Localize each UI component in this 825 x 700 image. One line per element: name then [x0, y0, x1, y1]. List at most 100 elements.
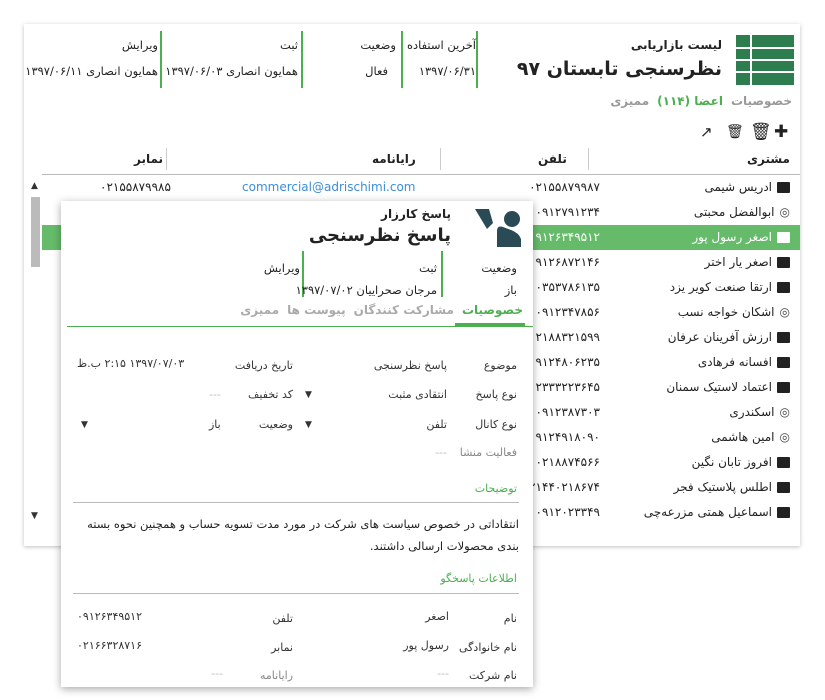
- popup-tab-audit[interactable]: ممیزی: [240, 303, 279, 317]
- marketing-list-icon: [736, 35, 794, 85]
- customer-cell[interactable]: ارتقا صنعت کویر یزد: [670, 280, 790, 294]
- response-type-value[interactable]: انتقادی مثبت: [388, 388, 447, 401]
- column-fax[interactable]: نمابر: [134, 152, 163, 166]
- popup-created-label: ثبت: [419, 261, 437, 275]
- fingerprint-icon: ◎: [779, 430, 790, 444]
- status-dropdown-icon[interactable]: ▼: [81, 420, 88, 430]
- customer-cell[interactable]: افسانه فرهادی: [698, 355, 790, 369]
- last-name-value[interactable]: رسول پور: [403, 639, 449, 652]
- created-value: همایون انصاری ۱۳۹۷/۰۶/۰۳: [165, 64, 298, 78]
- email-link[interactable]: commercial@adrischimi.com: [242, 180, 415, 194]
- customer-cell[interactable]: ◎ اشکان خواجه نسب: [678, 305, 790, 319]
- customer-cell[interactable]: اصغر رسول پور: [692, 230, 790, 244]
- fingerprint-icon: ◎: [779, 405, 790, 419]
- customer-name: ابوالفضل محبتی: [693, 205, 775, 219]
- form-status-value[interactable]: باز: [209, 418, 221, 431]
- popup-tab-properties[interactable]: خصوصیات: [462, 303, 523, 317]
- customer-cell[interactable]: اصغر یار اختر: [705, 255, 790, 269]
- scrollbar[interactable]: ▲ ▼: [30, 181, 42, 521]
- discount-code-value[interactable]: ---: [209, 388, 221, 401]
- responder-divider: [73, 593, 519, 594]
- responder-section-title: اطلاعات پاسخگو: [440, 572, 517, 585]
- customer-name: اسماعیل همتی مزرعه‌چی: [643, 505, 772, 519]
- customer-cell[interactable]: ادریس شیمی: [704, 180, 790, 194]
- channel-dropdown-icon[interactable]: ▼: [305, 420, 312, 430]
- received-label: تاریخ دریافت: [234, 359, 293, 372]
- customer-name: اعتماد لاستیک سمنان: [666, 380, 772, 394]
- customer-cell[interactable]: اعتماد لاستیک سمنان: [666, 380, 790, 394]
- column-phone[interactable]: تلفن: [538, 152, 567, 166]
- popup-entity-type: پاسخ کارزار: [381, 207, 451, 221]
- campaign-response-icon: [475, 209, 521, 247]
- scrollbar-thumb[interactable]: [31, 197, 40, 267]
- modified-value: همایون انصاری ۱۳۹۷/۰۶/۱۱: [25, 64, 158, 78]
- customer-name: ارتقا صنعت کویر یزد: [669, 280, 772, 294]
- description-text[interactable]: انتقاداتی در خصوص سیاست های شرکت در مورد…: [73, 513, 519, 557]
- modified-label: ویرایش: [121, 38, 158, 52]
- popup-status-value: باز: [504, 283, 517, 297]
- popup-tab-attachments[interactable]: پیوست ها: [287, 303, 345, 317]
- customer-name: اصغر رسول پور: [692, 230, 772, 244]
- customer-name: اشکان خواجه نسب: [677, 305, 775, 319]
- tab-bar: خصوصیات اعضا (۱۱۴) ممیزی: [610, 94, 792, 108]
- origin-activity-value[interactable]: ---: [435, 446, 447, 459]
- fax-cell: ۰۲۱۵۵۸۷۹۹۸۵: [100, 180, 171, 194]
- response-preview-popup: پاسخ کارزار پاسخ نظرسنجی وضعیت باز ثبت م…: [61, 201, 533, 687]
- contact-card-icon: [777, 456, 790, 468]
- contact-card-icon: [777, 281, 790, 293]
- status-label: وضعیت: [360, 38, 396, 52]
- status-value: فعال: [365, 64, 388, 78]
- customer-cell[interactable]: ◎ اسکندری: [729, 405, 790, 419]
- column-email[interactable]: رایانامه: [372, 152, 416, 166]
- delete-icon[interactable]: 🗑: [750, 122, 772, 142]
- customer-cell[interactable]: افروز تابان نگین: [692, 455, 790, 469]
- contact-card-icon: [777, 381, 790, 393]
- response-type-dropdown-icon[interactable]: ▼: [305, 390, 312, 400]
- popup-tab-bar: خصوصیات مشارکت کنندگان پیوست ها ممیزی: [240, 303, 523, 317]
- tab-properties[interactable]: خصوصیات: [731, 94, 792, 108]
- customer-name: افروز تابان نگین: [691, 455, 772, 469]
- column-customer[interactable]: مشتری: [747, 152, 790, 166]
- channel-label: نوع کانال: [475, 418, 517, 431]
- responder-phone-label: تلفن: [272, 612, 293, 625]
- popup-tab-divider: [67, 326, 533, 327]
- customer-name: ارزش آفرینان عرفان: [667, 330, 772, 344]
- customer-cell[interactable]: اسماعیل همتی مزرعه‌چی: [644, 505, 790, 519]
- responder-fax-value[interactable]: ۰۲۱۶۶۳۲۸۷۱۶: [77, 639, 142, 652]
- customer-cell[interactable]: اطلس پلاستیک فجر: [674, 480, 790, 494]
- delete-multiple-icon[interactable]: 🗑: [726, 122, 744, 142]
- customer-name: امین هاشمی: [711, 430, 775, 444]
- customer-cell[interactable]: ◎ ابوالفضل محبتی: [694, 205, 790, 219]
- contact-card-icon: [777, 256, 790, 268]
- add-icon[interactable]: ✚: [774, 122, 788, 142]
- last-used-value: ۱۳۹۷/۰۶/۳۱: [418, 64, 476, 78]
- origin-activity-label: فعالیت منشا: [459, 446, 517, 459]
- customer-name: اصغر یار اختر: [704, 255, 772, 269]
- scroll-up-icon[interactable]: ▲: [31, 181, 38, 191]
- tab-members[interactable]: اعضا (۱۱۴): [657, 94, 723, 108]
- customer-cell[interactable]: ◎ امین هاشمی: [711, 430, 790, 444]
- responder-email-value[interactable]: ---: [211, 667, 223, 680]
- channel-value[interactable]: تلفن: [426, 418, 447, 431]
- last-name-label: نام خانوادگی: [459, 641, 517, 654]
- tab-audit[interactable]: ممیزی: [610, 94, 649, 108]
- customer-cell[interactable]: ارزش آفرینان عرفان: [668, 330, 790, 344]
- popup-modified-label: ویرایش: [263, 261, 300, 275]
- popup-tab-participants[interactable]: مشارکت کنندگان: [354, 303, 454, 317]
- scroll-down-icon[interactable]: ▼: [31, 511, 38, 521]
- first-name-label: نام: [503, 612, 517, 625]
- company-name-value[interactable]: ---: [437, 667, 449, 680]
- page-title: نظرسنجی تابستان ۹۷: [516, 58, 722, 80]
- toolbar: ✚ 🗑 🗑 ↗: [674, 122, 794, 142]
- description-section-title: توضیحات: [474, 482, 517, 495]
- open-external-icon[interactable]: ↗: [700, 122, 713, 142]
- received-value[interactable]: ۱۳۹۷/۰۷/۰۳ ۲:۱۵ ب.ظ: [77, 357, 184, 370]
- table-row[interactable]: ادریس شیمی ۰۲۱۵۵۸۷۹۹۸۷ commercial@adrischi…: [42, 175, 800, 200]
- subject-value[interactable]: پاسخ نظرسنجی: [374, 359, 447, 372]
- contact-card-icon: [777, 481, 790, 493]
- responder-phone-value[interactable]: ۰۹۱۲۶۳۴۹۵۱۲: [77, 610, 142, 623]
- phone-cell: ۰۲۱۵۵۸۷۹۹۸۷: [529, 180, 600, 194]
- entity-type-label: لیست بازاریابی: [630, 38, 722, 52]
- customer-name: اطلس پلاستیک فجر: [673, 480, 772, 494]
- first-name-value[interactable]: اصغر: [425, 610, 449, 623]
